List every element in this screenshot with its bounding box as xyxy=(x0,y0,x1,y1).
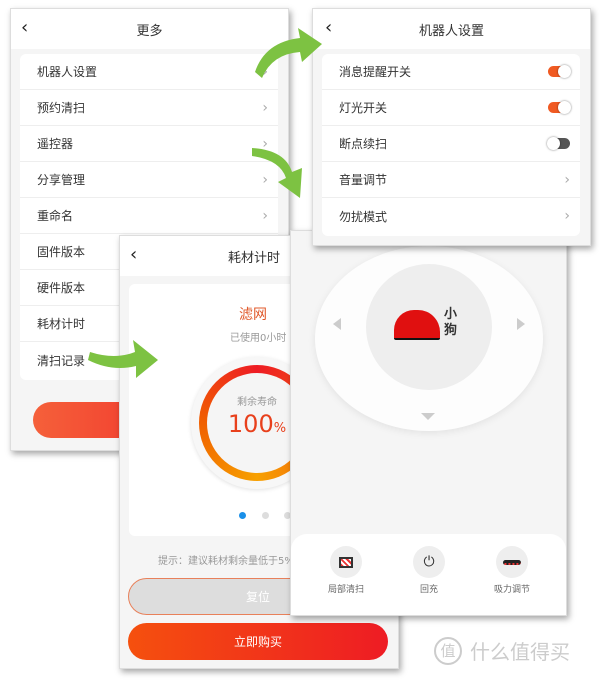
arrow-icon xyxy=(252,148,302,198)
watermark-text: 什么值得买 xyxy=(470,640,570,664)
arrow-icon xyxy=(88,340,158,378)
arrow-icon xyxy=(255,28,322,78)
annotation-arrows xyxy=(88,28,322,378)
watermark: 值 什么值得买 xyxy=(434,636,570,665)
watermark-badge: 值 xyxy=(434,636,462,665)
